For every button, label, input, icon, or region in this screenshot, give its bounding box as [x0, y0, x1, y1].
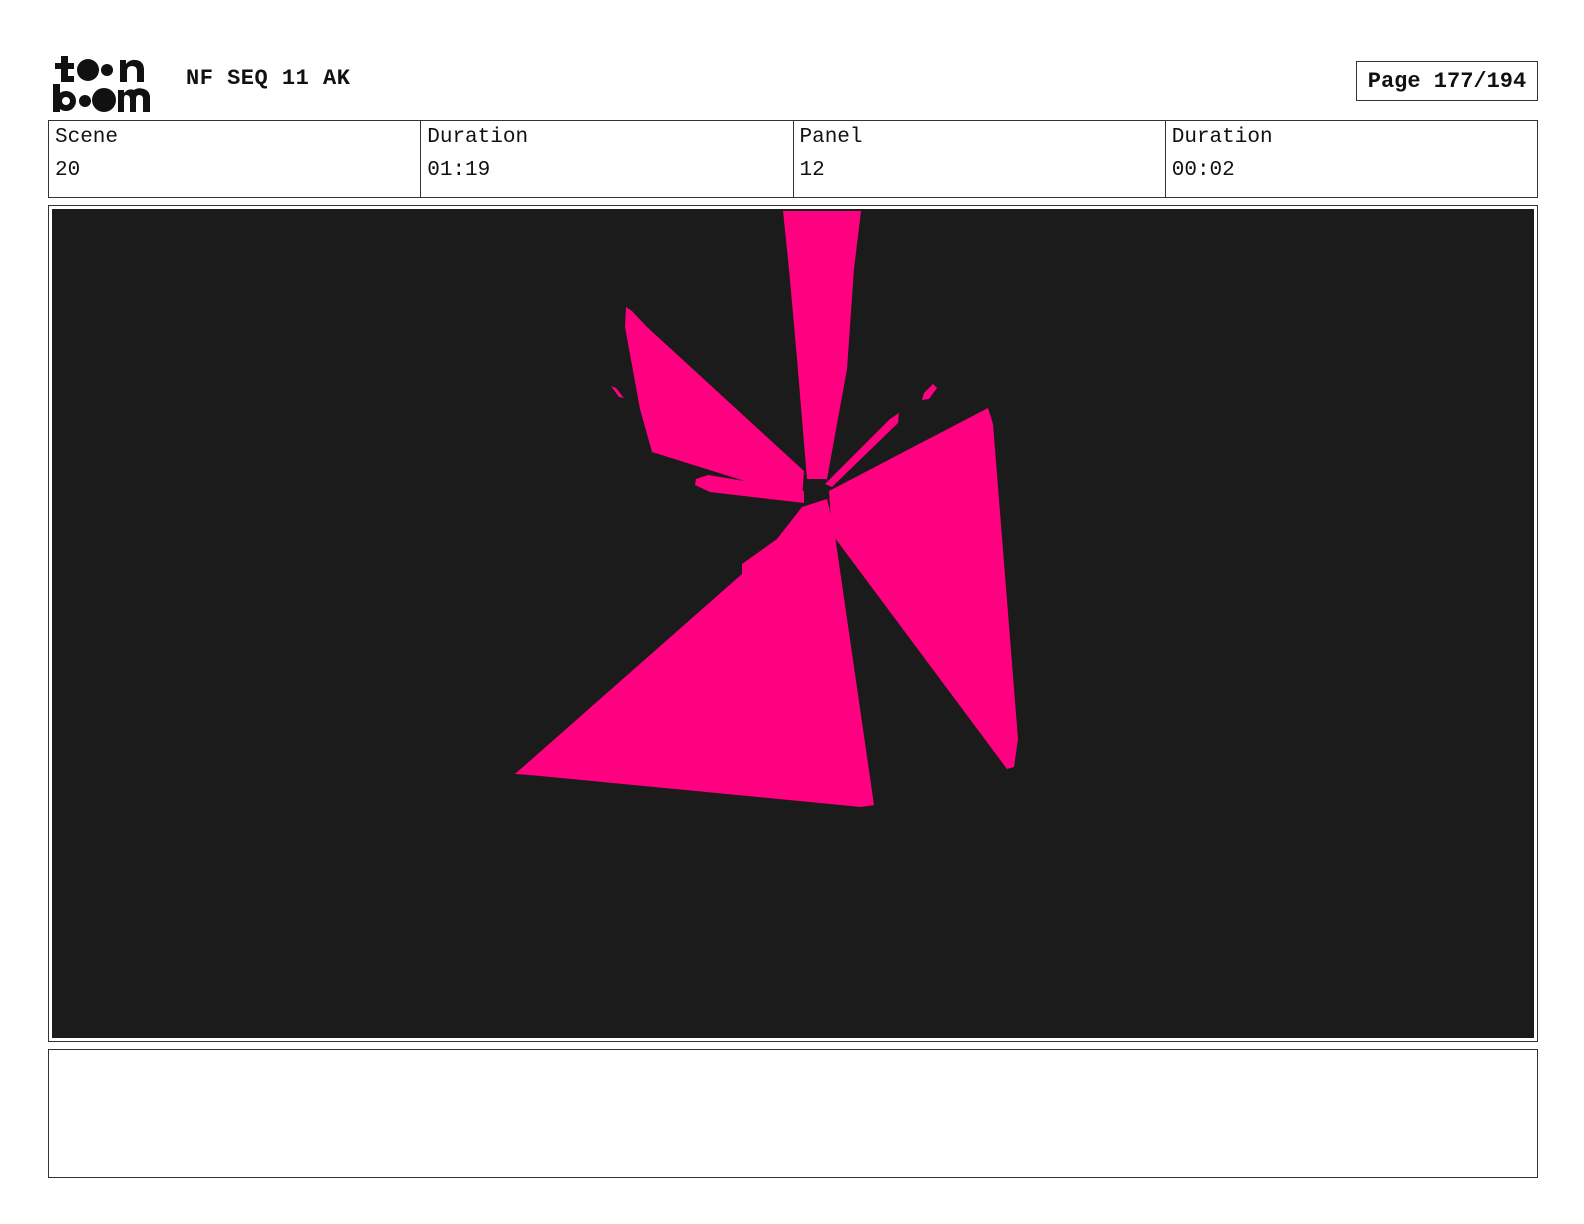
scene-duration-label: Duration [427, 126, 529, 149]
panel-label: Panel [799, 126, 863, 149]
storyboard-panel-image [52, 209, 1534, 1038]
panel-duration-label: Duration [1171, 126, 1273, 149]
scene-duration-cell: Duration 01:19 [421, 121, 794, 197]
panel-duration-value: 00:02 [1171, 159, 1235, 182]
scene-cell: Scene 20 [49, 121, 422, 197]
panel-notes-box [48, 1049, 1538, 1178]
scene-duration-value: 01:19 [427, 159, 491, 182]
toon-boom-logo [52, 50, 164, 114]
toon-boom-logo-graphic [53, 56, 150, 112]
scene-info-table: Scene 20 Duration 01:19 Panel 12 Duratio… [48, 120, 1538, 198]
panel-value: 12 [799, 159, 825, 182]
project-title: NF SEQ 11 AK [186, 66, 351, 91]
page-number-box: Page 177/194 [1356, 61, 1538, 101]
panel-artwork [52, 209, 1534, 1038]
scene-label: Scene [55, 126, 119, 149]
scene-value: 20 [55, 159, 81, 182]
panel-duration-cell: Duration 00:02 [1166, 121, 1537, 197]
panel-cell: Panel 12 [794, 121, 1166, 197]
page-number-label: Page 177/194 [1367, 68, 1527, 94]
storyboard-panel-frame [48, 205, 1538, 1042]
